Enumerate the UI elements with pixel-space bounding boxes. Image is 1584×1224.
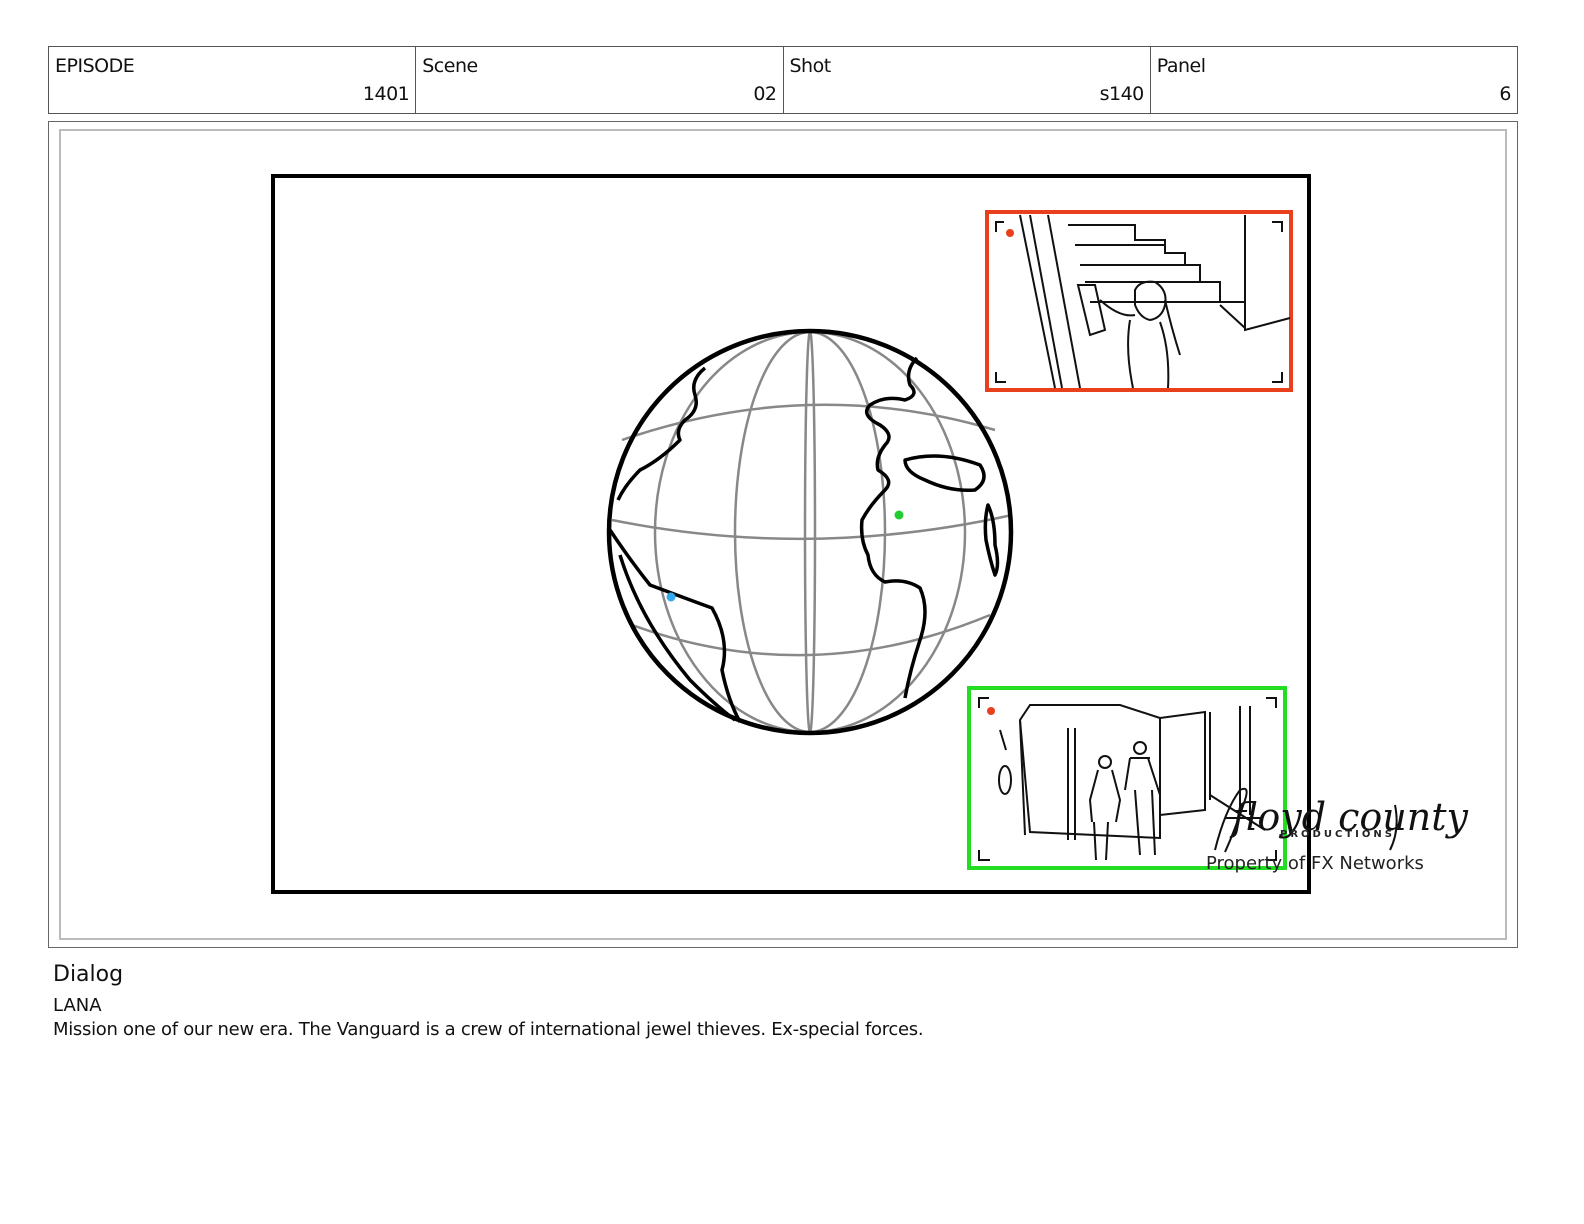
watermark-property-text: Property of FX Networks bbox=[1206, 853, 1424, 874]
dialog-heading: Dialog bbox=[53, 962, 124, 987]
globe-drawing bbox=[606, 328, 1014, 736]
inset-shot-stairs bbox=[985, 210, 1293, 392]
marker-green bbox=[894, 510, 904, 520]
marker-red-bottom bbox=[987, 707, 995, 715]
dialog-line: Mission one of our new era. The Vanguard… bbox=[53, 1019, 924, 1040]
marker-red-top bbox=[1006, 229, 1014, 237]
watermark-productions: PRODUCTIONS bbox=[1280, 829, 1395, 840]
inset-shot-truck bbox=[967, 686, 1287, 870]
dialog-speaker: LANA bbox=[53, 995, 102, 1016]
marker-blue bbox=[666, 592, 676, 602]
storyboard-artwork: floyd county bbox=[606, 210, 1468, 870]
